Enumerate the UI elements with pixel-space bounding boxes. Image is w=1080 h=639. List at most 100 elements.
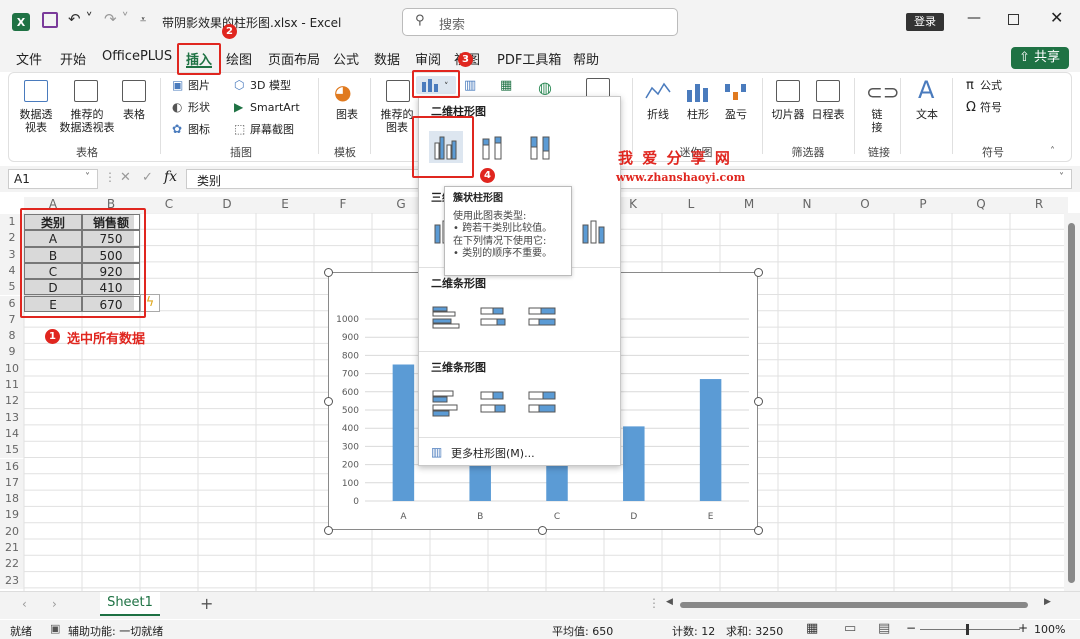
resize-handle-tl[interactable]: [324, 268, 333, 277]
tab-draw[interactable]: 绘图: [226, 49, 252, 68]
smartart-button[interactable]: SmartArt: [250, 101, 300, 114]
expand-formula-icon[interactable]: ˅: [1059, 172, 1064, 183]
share-button[interactable]: ⇧ 共享: [1011, 47, 1069, 69]
column-header[interactable]: M: [720, 197, 778, 213]
cancel-icon[interactable]: ✕: [120, 170, 131, 185]
zoom-out-icon[interactable]: −: [906, 621, 916, 635]
customize-qat-icon[interactable]: ⩡: [140, 13, 146, 27]
sparkline-line-button[interactable]: 折线: [644, 108, 672, 121]
prev-sheet-icon[interactable]: ‹: [22, 597, 27, 611]
tab-home[interactable]: 开始: [60, 49, 86, 68]
sparkline-column-button[interactable]: 柱形: [684, 108, 712, 121]
tab-officeplus[interactable]: OfficePLUS: [102, 49, 172, 64]
enter-icon[interactable]: ✓: [142, 170, 153, 185]
undo-icon[interactable]: ↶ ˅: [68, 10, 93, 28]
zoom-slider[interactable]: [920, 629, 1020, 630]
recommended-pivot-button[interactable]: 推荐的 数据透视表: [58, 108, 116, 134]
column-header[interactable]: P: [894, 197, 952, 213]
table-button[interactable]: 表格: [116, 108, 152, 121]
accessibility-status[interactable]: 辅助功能: 一切就绪: [68, 623, 163, 639]
3d-percent-stacked-bar-option[interactable]: [525, 387, 559, 419]
3d-clustered-bar-option[interactable]: [429, 387, 463, 419]
column-header[interactable]: E: [256, 197, 314, 213]
tab-help[interactable]: 帮助: [573, 49, 599, 68]
column-header[interactable]: O: [836, 197, 894, 213]
hierarchy-chart-icon[interactable]: ▦: [500, 78, 512, 93]
column-header[interactable]: Q: [952, 197, 1010, 213]
zoom-level[interactable]: 100%: [1034, 623, 1065, 636]
model3d-button[interactable]: 3D 模型: [250, 79, 291, 92]
column-header[interactable]: L: [662, 197, 720, 213]
recommended-chart-button[interactable]: 推荐的 图表: [378, 108, 416, 134]
macro-record-icon[interactable]: ▣: [50, 622, 60, 635]
link-button[interactable]: 链 接: [866, 108, 888, 134]
insert-function-icon[interactable]: fx: [164, 169, 177, 185]
formula-button[interactable]: 公式: [980, 79, 1002, 92]
resize-handle-bl[interactable]: [324, 526, 333, 535]
sheet-options-icon[interactable]: ⋮: [648, 596, 660, 610]
page-break-view-icon[interactable]: ▤: [878, 621, 890, 636]
chart-button[interactable]: 图表: [332, 108, 362, 121]
slicer-button[interactable]: 切片器: [768, 108, 808, 121]
stacked-bar-option[interactable]: [477, 303, 511, 335]
scroll-right-icon[interactable]: ▶: [1044, 597, 1051, 607]
name-box-dropdown-icon[interactable]: ˅: [85, 172, 90, 183]
tab-review[interactable]: 审阅: [415, 49, 441, 68]
tab-data[interactable]: 数据: [374, 49, 400, 68]
pivot-table-button[interactable]: 数据透 视表: [14, 108, 58, 134]
column-header[interactable]: R: [1010, 197, 1068, 213]
map-icon[interactable]: ◍: [538, 78, 552, 97]
resize-handle-br[interactable]: [754, 526, 763, 535]
tab-pdf-tools[interactable]: PDF工具箱: [497, 49, 561, 68]
redo-icon[interactable]: ↷ ˅: [104, 10, 129, 28]
shapes-button[interactable]: 形状: [188, 101, 210, 114]
chart-bar[interactable]: [623, 426, 645, 501]
picture-button[interactable]: 图片: [188, 79, 210, 92]
percent-stacked-column-option[interactable]: [525, 131, 559, 163]
symbol-button[interactable]: 符号: [980, 101, 1002, 114]
text-button[interactable]: 文本: [912, 108, 942, 121]
more-column-charts-link[interactable]: 更多柱形图(M)...: [451, 445, 535, 461]
minimize-icon[interactable]: —: [967, 10, 981, 26]
column-header[interactable]: C: [140, 197, 198, 213]
add-sheet-icon[interactable]: +: [200, 594, 213, 613]
3d-stacked-bar-option[interactable]: [477, 387, 511, 419]
page-layout-view-icon[interactable]: ▭: [844, 621, 856, 636]
sparkline-winloss-button[interactable]: 盈亏: [722, 108, 750, 121]
horizontal-scroll-thumb[interactable]: [680, 602, 1028, 608]
tab-page-layout[interactable]: 页面布局: [268, 49, 320, 68]
3d-column-alt-option[interactable]: [577, 215, 611, 247]
resize-handle-l[interactable]: [324, 397, 333, 406]
zoom-slider-thumb[interactable]: [966, 624, 969, 635]
search-box[interactable]: ⚲ 搜索: [402, 8, 678, 36]
resize-handle-b[interactable]: [538, 526, 547, 535]
percent-stacked-bar-option[interactable]: [525, 303, 559, 335]
maximize-icon[interactable]: [1008, 14, 1019, 25]
vertical-scrollbar[interactable]: [1064, 213, 1080, 591]
resize-handle-tr[interactable]: [754, 268, 763, 277]
next-sheet-icon[interactable]: ›: [52, 597, 57, 611]
column-header[interactable]: N: [778, 197, 836, 213]
tab-formulas[interactable]: 公式: [333, 49, 359, 68]
normal-view-icon[interactable]: ▦: [806, 621, 818, 636]
timeline-button[interactable]: 日程表: [808, 108, 848, 121]
column-header[interactable]: D: [198, 197, 256, 213]
chart-bar[interactable]: [392, 364, 415, 502]
icons-button[interactable]: 图标: [188, 123, 210, 136]
name-box[interactable]: A1 ˅: [8, 169, 98, 189]
stacked-column-option[interactable]: [477, 131, 511, 163]
line-chart-menu-icon[interactable]: ▥: [464, 78, 476, 93]
login-button[interactable]: 登录: [906, 13, 944, 31]
clustered-bar-option[interactable]: [429, 303, 463, 335]
column-header[interactable]: F: [314, 197, 372, 213]
zoom-in-icon[interactable]: +: [1018, 621, 1028, 635]
tab-file[interactable]: 文件: [16, 49, 42, 68]
collapse-ribbon-icon[interactable]: ˄: [1050, 146, 1055, 157]
vertical-scroll-thumb[interactable]: [1068, 223, 1075, 583]
resize-handle-r[interactable]: [754, 397, 763, 406]
sheet-tab-sheet1[interactable]: Sheet1: [100, 592, 160, 616]
chart-bar[interactable]: [699, 379, 722, 501]
close-icon[interactable]: ✕: [1050, 8, 1063, 27]
scroll-left-icon[interactable]: ◀: [666, 597, 673, 607]
screenshot-button[interactable]: 屏幕截图: [250, 123, 294, 136]
